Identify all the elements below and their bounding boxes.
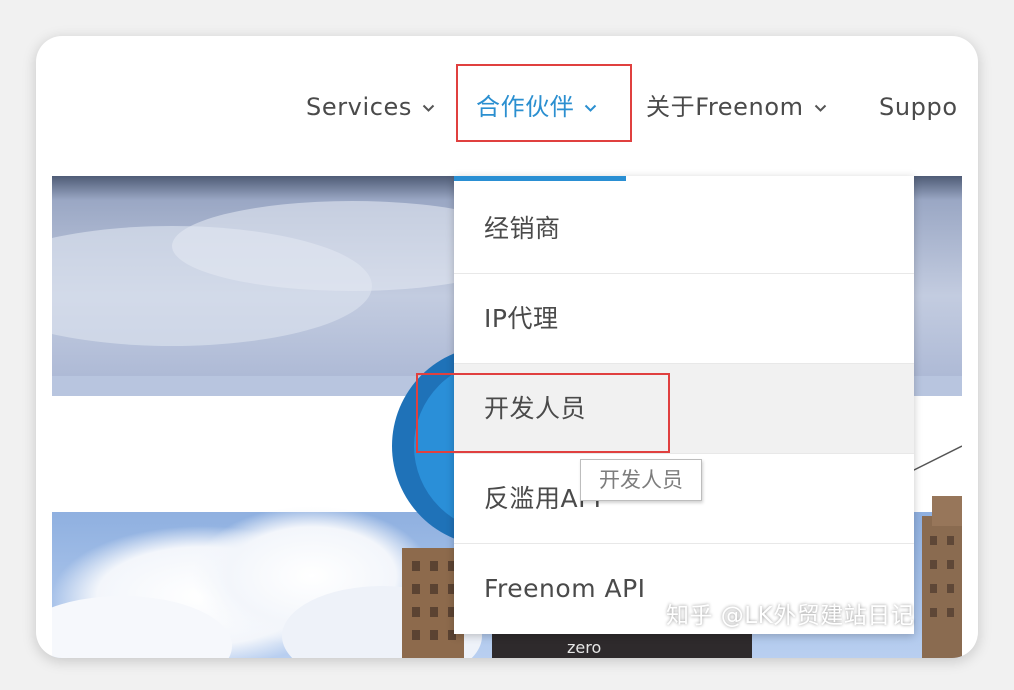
menu-item-label: 经销商 (484, 214, 561, 243)
chevron-down-icon (814, 104, 827, 113)
nav-item-about[interactable]: 关于Freenom (646, 92, 827, 122)
nav-item-services[interactable]: Services (306, 92, 435, 122)
billboard-text: zero (567, 638, 601, 657)
menu-item-label: IP代理 (484, 304, 559, 333)
menu-item-label: Freenom API (484, 574, 646, 603)
watermark: 知乎 @LK外贸建站日记 (666, 603, 915, 629)
annotation-highlight-box (456, 64, 632, 142)
dropdown-accent-bar (454, 176, 626, 181)
nav-item-support[interactable]: Suppo (879, 92, 958, 122)
menu-item-resellers[interactable]: 经销商 (454, 184, 914, 274)
nav-item-label: Services (306, 93, 413, 121)
screenshot-frame: zero Services 合作伙伴 关于Freenom Suppo 经销商 I… (36, 36, 978, 658)
nav-item-label: Suppo (879, 93, 958, 121)
nav-item-label: 关于Freenom (646, 93, 804, 121)
annotation-highlight-box (416, 373, 670, 453)
tooltip: 开发人员 (580, 459, 702, 501)
menu-item-ip-proxy[interactable]: IP代理 (454, 274, 914, 364)
chevron-down-icon (422, 104, 435, 113)
top-navigation: Services 合作伙伴 关于Freenom Suppo (36, 36, 978, 176)
